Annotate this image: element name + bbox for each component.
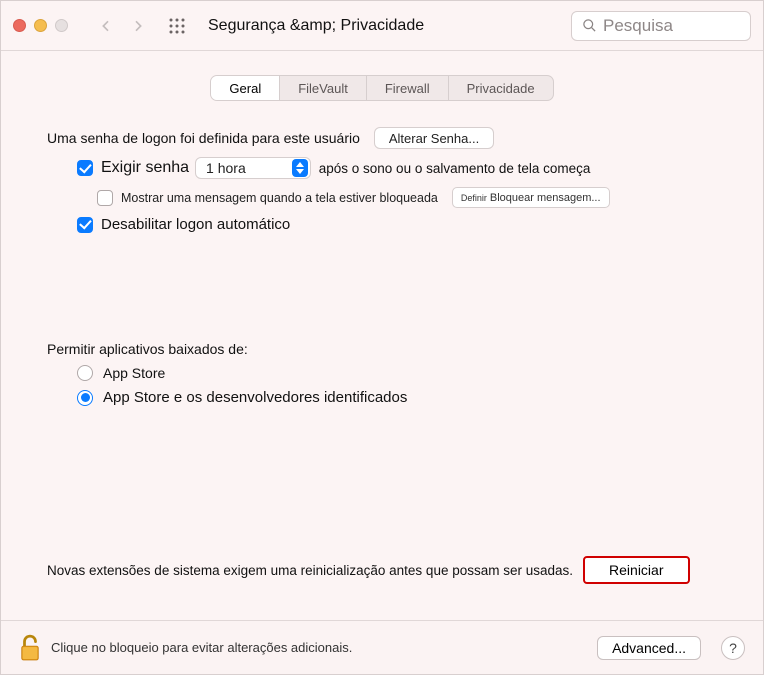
require-password-delay-select[interactable]: 1 hora xyxy=(195,157,311,179)
require-password-delay-value: 1 hora xyxy=(206,160,246,176)
zoom-icon[interactable] xyxy=(55,19,68,32)
help-button[interactable]: ? xyxy=(721,636,745,660)
require-password-suffix: após o sono ou o salvamento de tela come… xyxy=(319,161,591,176)
window-title: Segurança &amp; Privacidade xyxy=(208,17,424,35)
appstore-only-radio[interactable] xyxy=(77,365,93,381)
appstore-identified-label: App Store e os desenvolvedores identific… xyxy=(103,389,407,406)
allow-apps-header: Permitir aplicativos baixados de: xyxy=(47,341,248,357)
login-password-set-label: Uma senha de logon foi definida para est… xyxy=(47,130,360,146)
window-controls xyxy=(13,19,68,32)
tab-filevault[interactable]: FileVault xyxy=(280,76,367,100)
extensions-restart-message: Novas extensões de sistema exigem uma re… xyxy=(47,563,573,578)
content-area: Geral FileVault Firewall Privacidade Uma… xyxy=(1,51,763,620)
titlebar: Segurança &amp; Privacidade Pesquisa xyxy=(1,1,763,51)
lock-hint-label: Clique no bloqueio para evitar alteraçõe… xyxy=(51,640,352,655)
restart-button[interactable]: Reiniciar xyxy=(583,556,689,584)
disable-auto-login-label: Desabilitar logon automático xyxy=(101,216,290,233)
advanced-button[interactable]: Advanced... xyxy=(597,636,701,660)
set-lock-message-button[interactable]: Definir Bloquear mensagem... xyxy=(452,187,610,208)
nav-buttons xyxy=(92,12,152,40)
show-all-icon[interactable] xyxy=(168,17,186,35)
require-password-checkbox[interactable] xyxy=(77,160,93,176)
tab-general[interactable]: Geral xyxy=(211,76,280,100)
search-input[interactable]: Pesquisa xyxy=(571,11,751,41)
back-button[interactable] xyxy=(92,12,120,40)
footer: Clique no bloqueio para evitar alteraçõe… xyxy=(1,620,763,674)
tab-firewall[interactable]: Firewall xyxy=(367,76,449,100)
close-icon[interactable] xyxy=(13,19,26,32)
tab-privacy[interactable]: Privacidade xyxy=(449,76,553,100)
disable-auto-login-checkbox[interactable] xyxy=(77,217,93,233)
forward-button[interactable] xyxy=(124,12,152,40)
change-password-button[interactable]: Alterar Senha... xyxy=(374,127,494,149)
security-privacy-window: Segurança &amp; Privacidade Pesquisa Ger… xyxy=(0,0,764,675)
show-lock-message-checkbox[interactable] xyxy=(97,190,113,206)
require-password-label: Exigir senha xyxy=(101,159,189,177)
show-lock-message-label: Mostrar uma mensagem quando a tela estiv… xyxy=(121,191,438,205)
appstore-only-label: App Store xyxy=(103,365,165,381)
search-icon xyxy=(582,18,597,33)
minimize-icon[interactable] xyxy=(34,19,47,32)
chevron-up-down-icon xyxy=(292,159,308,177)
search-placeholder: Pesquisa xyxy=(603,16,673,36)
lock-icon[interactable] xyxy=(19,634,41,662)
appstore-identified-radio[interactable] xyxy=(77,390,93,406)
tab-bar: Geral FileVault Firewall Privacidade xyxy=(210,75,553,101)
